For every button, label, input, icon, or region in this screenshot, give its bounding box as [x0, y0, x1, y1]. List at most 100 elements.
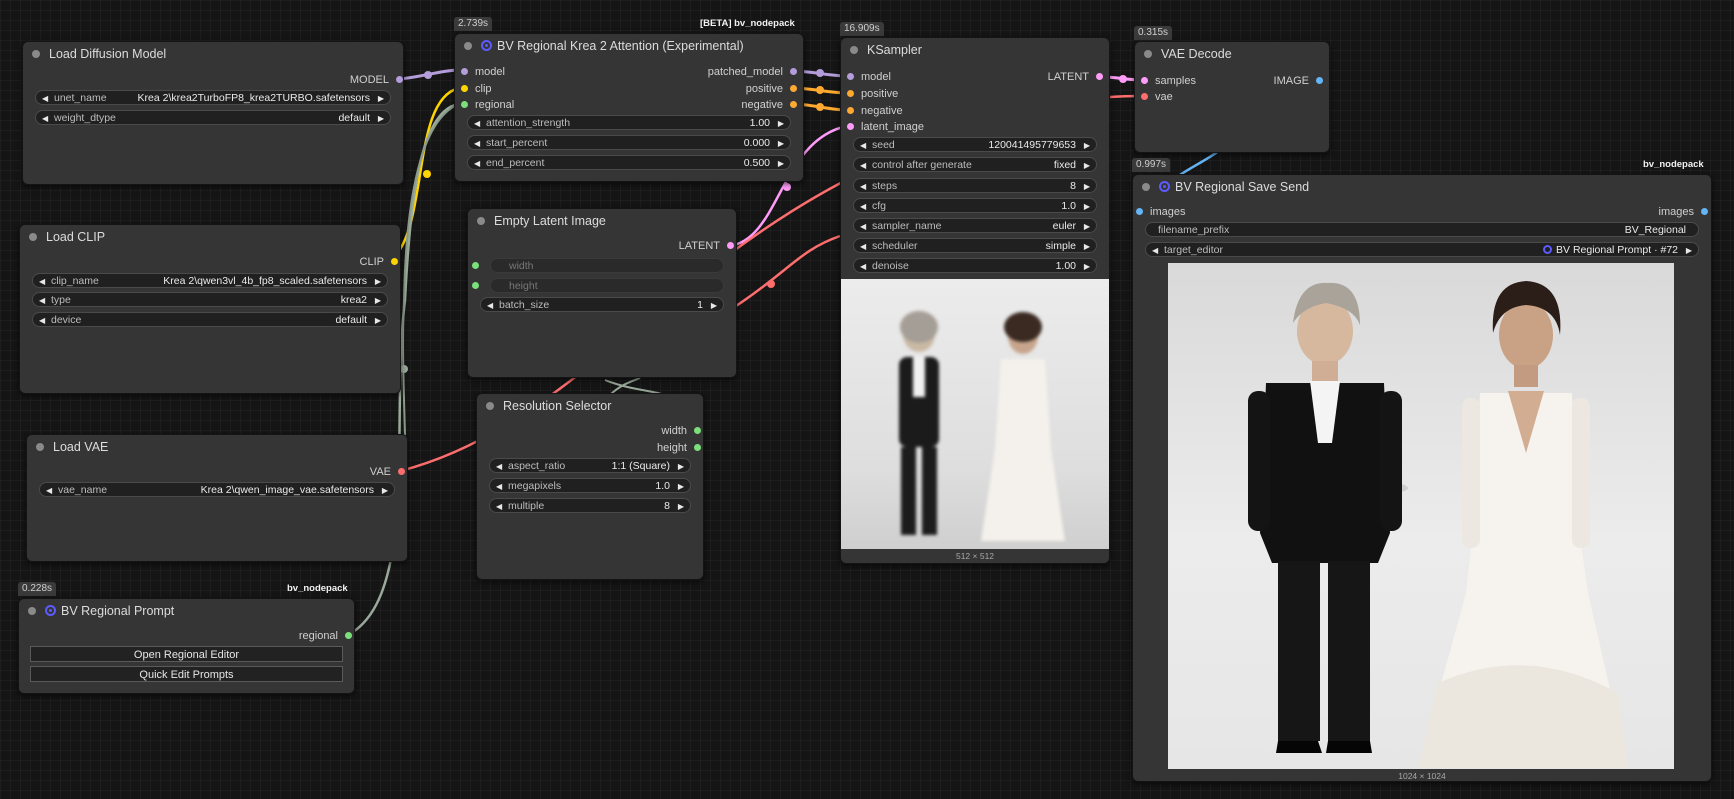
- input-pin-icon[interactable]: [472, 282, 479, 289]
- node-title[interactable]: BV Regional Prompt: [19, 599, 354, 623]
- input-pin-icon[interactable]: [847, 73, 854, 80]
- node-vae-decode[interactable]: VAE Decode samples vae IMAGE: [1134, 41, 1330, 153]
- widget-start-percent[interactable]: ◀ start_percent 0.000 ▶: [467, 135, 791, 150]
- input-pin-icon[interactable]: [461, 68, 468, 75]
- widget-type[interactable]: ◀ type krea2 ▶: [32, 292, 388, 307]
- output-patched-model[interactable]: patched_model: [708, 65, 797, 79]
- collapse-dot-icon[interactable]: [36, 443, 44, 451]
- arrow-left-icon[interactable]: ◀: [487, 298, 493, 311]
- node-load-clip[interactable]: Load CLIP CLIP ◀ clip_name Krea 2\qwen3vl_…: [19, 224, 401, 394]
- arrow-left-icon[interactable]: ◀: [860, 199, 866, 212]
- arrow-right-icon[interactable]: ▶: [1084, 259, 1090, 272]
- output-pin-icon[interactable]: [790, 101, 797, 108]
- node-ksampler[interactable]: KSampler model positive negative latent_…: [840, 37, 1110, 564]
- widget-attention-strength[interactable]: ◀ attention_strength 1.00 ▶: [467, 115, 791, 130]
- arrow-right-icon[interactable]: ▶: [375, 313, 381, 326]
- input-pin-icon[interactable]: [1136, 208, 1143, 215]
- node-title[interactable]: BV Regional Save Send: [1133, 175, 1711, 199]
- widget-multiple[interactable]: ◀ multiple 8 ▶: [489, 498, 691, 513]
- collapse-dot-icon[interactable]: [1144, 50, 1152, 58]
- arrow-left-icon[interactable]: ◀: [1152, 243, 1158, 256]
- arrow-left-icon[interactable]: ◀: [39, 313, 45, 326]
- node-krea-attention[interactable]: BV Regional Krea 2 Attention (Experiment…: [454, 33, 804, 182]
- arrow-left-icon[interactable]: ◀: [474, 116, 480, 129]
- input-pin-icon[interactable]: [847, 123, 854, 130]
- arrow-right-icon[interactable]: ▶: [1686, 243, 1692, 256]
- input-samples[interactable]: samples: [1141, 74, 1196, 88]
- node-title[interactable]: Load VAE: [27, 435, 407, 459]
- widget-target-editor[interactable]: ◀ target_editor BV Regional Prompt · #72 ▶: [1145, 242, 1699, 257]
- output-width[interactable]: width: [661, 424, 701, 438]
- arrow-left-icon[interactable]: ◀: [860, 239, 866, 252]
- arrow-left-icon[interactable]: ◀: [42, 111, 48, 124]
- input-regional[interactable]: regional: [461, 98, 514, 112]
- widget-device[interactable]: ◀ device default ▶: [32, 312, 388, 327]
- collapse-dot-icon[interactable]: [486, 402, 494, 410]
- arrow-left-icon[interactable]: ◀: [496, 479, 502, 492]
- output-images[interactable]: images: [1659, 205, 1708, 219]
- widget-vae-name[interactable]: ◀ vae_name Krea 2\qwen_image_vae.safetenso…: [39, 482, 395, 497]
- arrow-right-icon[interactable]: ▶: [1084, 158, 1090, 171]
- node-resolution-selector[interactable]: Resolution Selector width height ◀ aspect…: [476, 393, 704, 580]
- output-vae[interactable]: VAE: [370, 465, 405, 479]
- node-title[interactable]: VAE Decode: [1135, 42, 1329, 66]
- arrow-right-icon[interactable]: ▶: [1084, 138, 1090, 151]
- arrow-right-icon[interactable]: ▶: [711, 298, 717, 311]
- arrow-left-icon[interactable]: ◀: [474, 136, 480, 149]
- node-title[interactable]: KSampler: [841, 38, 1109, 62]
- output-regional[interactable]: regional: [299, 629, 352, 643]
- input-pin-icon[interactable]: [461, 101, 468, 108]
- widget-scheduler[interactable]: ◀ scheduler simple ▶: [853, 238, 1097, 253]
- input-pin-icon[interactable]: [472, 262, 479, 269]
- arrow-right-icon[interactable]: ▶: [1084, 199, 1090, 212]
- node-title[interactable]: Load CLIP: [20, 225, 400, 249]
- preview-image-blurred[interactable]: [841, 279, 1109, 549]
- input-pin-icon[interactable]: [847, 90, 854, 97]
- collapse-dot-icon[interactable]: [850, 46, 858, 54]
- arrow-right-icon[interactable]: ▶: [778, 136, 784, 149]
- collapse-dot-icon[interactable]: [32, 50, 40, 58]
- input-vae[interactable]: vae: [1141, 90, 1173, 104]
- output-image[interactable]: IMAGE: [1274, 74, 1323, 88]
- arrow-left-icon[interactable]: ◀: [39, 293, 45, 306]
- arrow-left-icon[interactable]: ◀: [39, 274, 45, 287]
- node-save-send[interactable]: BV Regional Save Send images images file…: [1132, 174, 1712, 782]
- output-pin-icon[interactable]: [398, 468, 405, 475]
- arrow-right-icon[interactable]: ▶: [378, 111, 384, 124]
- open-regional-editor-button[interactable]: Open Regional Editor: [30, 646, 343, 662]
- arrow-left-icon[interactable]: ◀: [860, 259, 866, 272]
- node-title[interactable]: Empty Latent Image: [468, 209, 736, 233]
- input-height[interactable]: [472, 279, 486, 293]
- widget-batch-size[interactable]: ◀ batch_size 1 ▶: [480, 297, 724, 312]
- widget-sampler-name[interactable]: ◀ sampler_name euler ▶: [853, 218, 1097, 233]
- collapse-dot-icon[interactable]: [29, 233, 37, 241]
- output-latent[interactable]: LATENT: [679, 239, 734, 253]
- widget-clip-name[interactable]: ◀ clip_name Krea 2\qwen3vl_4b_fp8_scaled.s…: [32, 273, 388, 288]
- arrow-right-icon[interactable]: ▶: [1084, 239, 1090, 252]
- preview-image[interactable]: [1168, 263, 1674, 769]
- input-pin-icon[interactable]: [847, 107, 854, 114]
- output-pin-icon[interactable]: [391, 258, 398, 265]
- arrow-right-icon[interactable]: ▶: [375, 274, 381, 287]
- arrow-right-icon[interactable]: ▶: [678, 499, 684, 512]
- node-load-diffusion-model[interactable]: Load Diffusion Model MODEL ◀ unet_name Kre…: [22, 41, 404, 185]
- arrow-right-icon[interactable]: ▶: [1084, 219, 1090, 232]
- widget-cfg[interactable]: ◀ cfg 1.0 ▶: [853, 198, 1097, 213]
- arrow-right-icon[interactable]: ▶: [678, 459, 684, 472]
- output-pin-icon[interactable]: [345, 632, 352, 639]
- arrow-left-icon[interactable]: ◀: [860, 158, 866, 171]
- output-model[interactable]: MODEL: [350, 73, 403, 87]
- output-pin-icon[interactable]: [1316, 77, 1323, 84]
- arrow-right-icon[interactable]: ▶: [378, 91, 384, 104]
- output-height[interactable]: height: [657, 441, 701, 455]
- collapse-dot-icon[interactable]: [464, 42, 472, 50]
- widget-control-after-generate[interactable]: ◀ control after generate fixed ▶: [853, 157, 1097, 172]
- output-pin-icon[interactable]: [1701, 208, 1708, 215]
- output-pin-icon[interactable]: [790, 85, 797, 92]
- output-pin-icon[interactable]: [694, 427, 701, 434]
- arrow-left-icon[interactable]: ◀: [496, 459, 502, 472]
- arrow-right-icon[interactable]: ▶: [1084, 179, 1090, 192]
- output-pin-icon[interactable]: [396, 76, 403, 83]
- input-model[interactable]: model: [847, 70, 891, 84]
- output-pin-icon[interactable]: [727, 242, 734, 249]
